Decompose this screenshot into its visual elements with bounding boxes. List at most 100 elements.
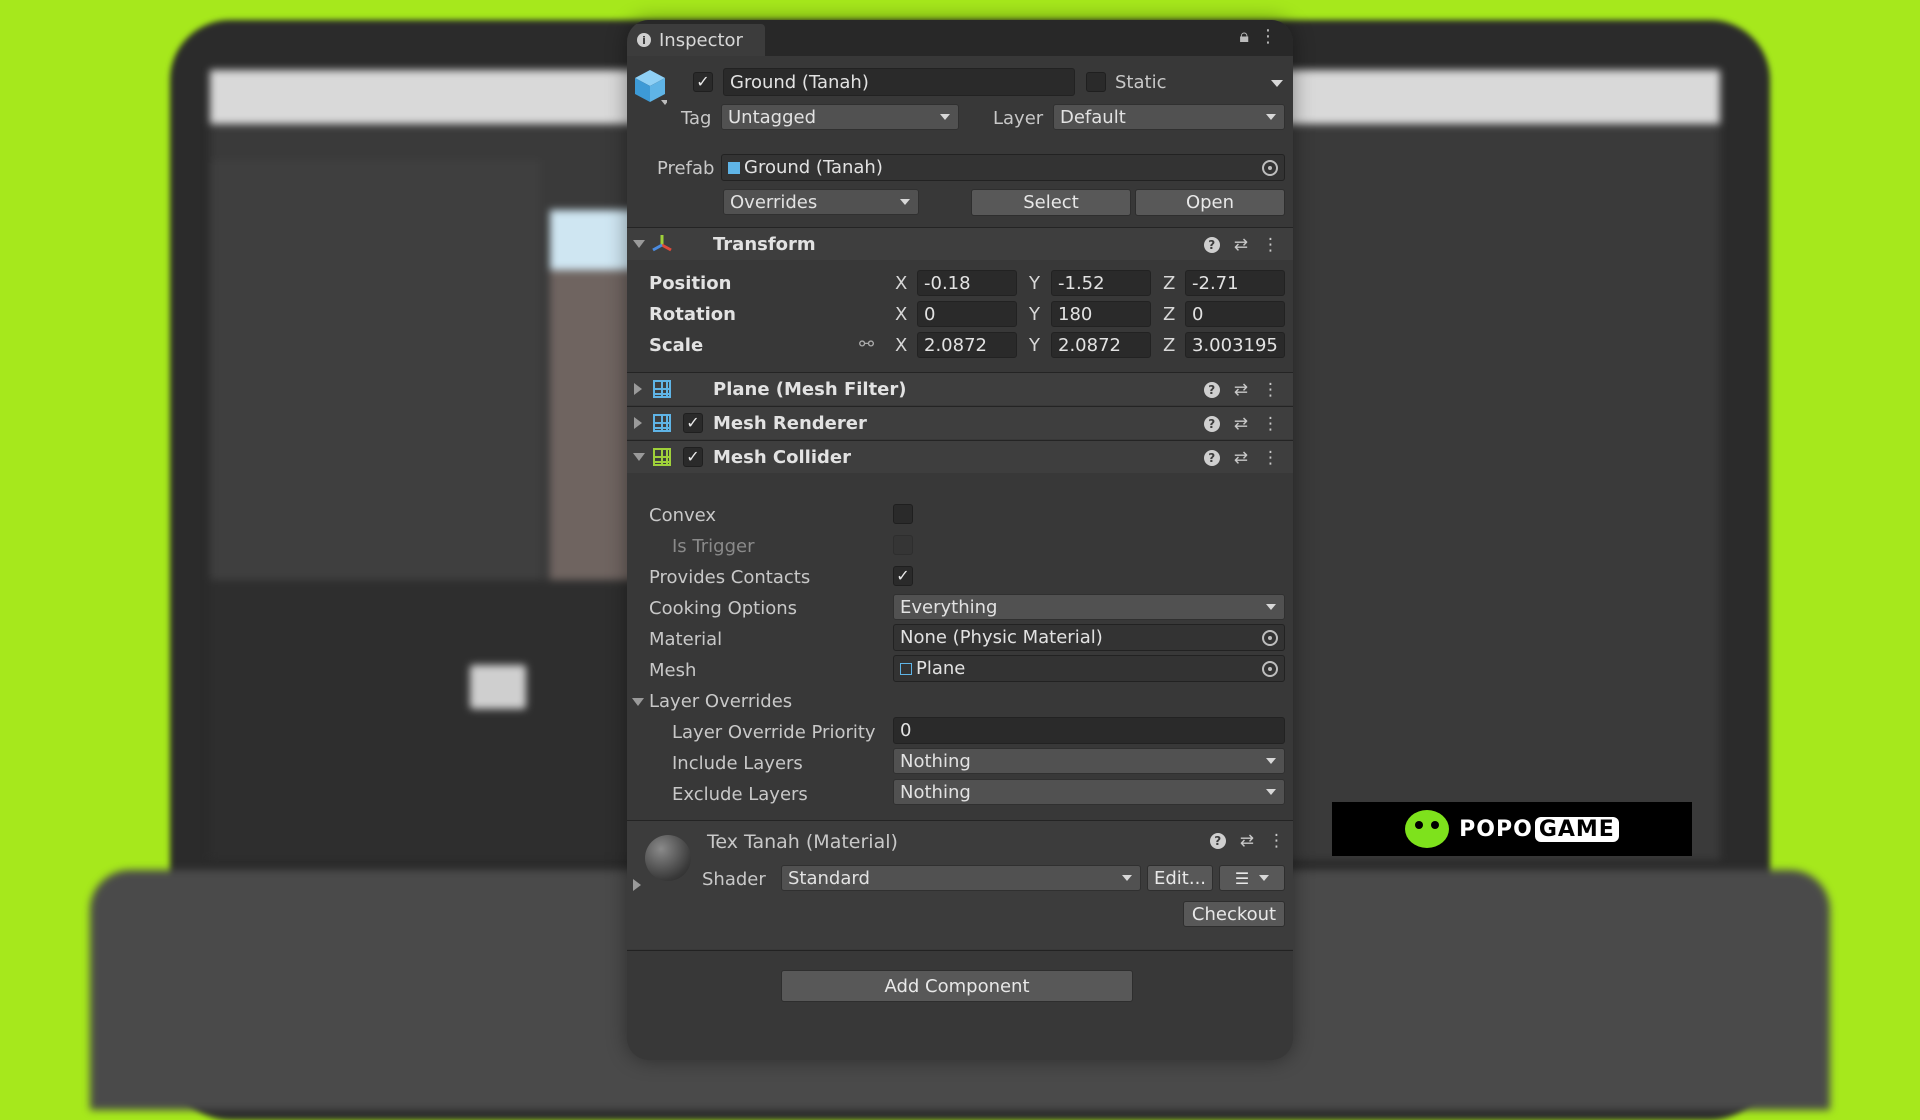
include-layers-label: Include Layers xyxy=(672,753,803,774)
kebab-menu-icon[interactable]: ⋮ xyxy=(1262,235,1279,255)
scale-z-field[interactable]: 3.003195 xyxy=(1185,332,1285,358)
layer-dropdown[interactable]: Default xyxy=(1053,104,1285,130)
help-icon[interactable]: ? xyxy=(1203,382,1220,398)
kebab-menu-icon[interactable]: ⋮ xyxy=(1262,380,1279,400)
popogame-logo-icon xyxy=(1405,810,1450,848)
help-icon[interactable]: ? xyxy=(1203,416,1220,432)
kebab-menu-icon[interactable]: ⋮ xyxy=(1262,448,1279,468)
prefab-cube-icon xyxy=(728,161,740,174)
scale-y-label[interactable]: Y xyxy=(1029,335,1040,356)
layer-override-priority-field[interactable]: 0 xyxy=(893,717,1285,744)
transform-header[interactable]: Transform ? ⇄ ⋮ xyxy=(627,227,1293,260)
object-picker-icon[interactable] xyxy=(1262,629,1278,646)
layer-overrides-foldout-icon[interactable] xyxy=(632,698,644,706)
mesh-renderer-header-tools: ? ⇄ ⋮ xyxy=(1203,414,1279,434)
rotation-y-field[interactable]: 180 xyxy=(1051,301,1151,327)
presets-icon[interactable]: ⇄ xyxy=(1234,380,1248,400)
mesh-collider-enabled-checkbox[interactable]: ✓ xyxy=(683,447,703,467)
layer-label: Layer xyxy=(993,108,1044,129)
tab-inspector[interactable]: i Inspector xyxy=(627,24,765,56)
presets-icon[interactable]: ⇄ xyxy=(1234,448,1248,468)
scale-x-field[interactable]: 2.0872 xyxy=(917,332,1017,358)
position-y-field[interactable]: -1.52 xyxy=(1051,270,1151,296)
overrides-dropdown[interactable]: Overrides xyxy=(723,189,919,215)
tag-label: Tag xyxy=(681,108,712,129)
mesh-renderer-icon xyxy=(653,414,671,432)
object-name-field[interactable]: Ground (Tanah) xyxy=(723,68,1075,96)
rotation-z-label[interactable]: Z xyxy=(1163,304,1175,325)
checkout-button[interactable]: Checkout xyxy=(1183,901,1285,927)
scale-y-field[interactable]: 2.0872 xyxy=(1051,332,1151,358)
list-icon: ☰ xyxy=(1234,868,1250,888)
provides-contacts-label: Provides Contacts xyxy=(649,567,811,588)
help-icon[interactable]: ? xyxy=(1209,833,1226,849)
help-icon[interactable]: ? xyxy=(1203,450,1220,466)
mesh-filter-header-tools: ? ⇄ ⋮ xyxy=(1203,380,1279,400)
foldout-open-icon[interactable] xyxy=(633,453,645,461)
static-dropdown-arrow[interactable] xyxy=(1271,80,1283,87)
exclude-layers-dropdown[interactable]: Nothing xyxy=(893,779,1285,805)
cooking-options-dropdown[interactable]: Everything xyxy=(893,594,1285,620)
mesh-collider-icon xyxy=(653,448,671,466)
object-picker-icon[interactable] xyxy=(1262,159,1278,176)
foldout-closed-icon[interactable] xyxy=(634,383,642,395)
layer-override-priority-label: Layer Override Priority xyxy=(672,722,876,743)
active-checkbox[interactable]: ✓ xyxy=(693,72,713,92)
kebab-menu-icon[interactable]: ⋮ xyxy=(1259,26,1277,47)
shader-dropdown[interactable]: Standard xyxy=(781,865,1141,891)
object-picker-icon[interactable] xyxy=(1262,660,1278,677)
kebab-menu-icon[interactable]: ⋮ xyxy=(1268,831,1285,851)
position-z-field[interactable]: -2.71 xyxy=(1185,270,1285,296)
help-icon[interactable]: ? xyxy=(1203,237,1220,253)
layer-overrides-label[interactable]: Layer Overrides xyxy=(649,691,792,712)
mesh-renderer-title: Mesh Renderer xyxy=(713,413,867,434)
prefab-label: Prefab xyxy=(657,158,715,179)
popogame-watermark: POPO GAME xyxy=(1332,802,1692,856)
prefab-field[interactable]: Ground (Tanah) xyxy=(721,154,1285,181)
presets-icon[interactable]: ⇄ xyxy=(1240,831,1254,851)
material-section: Tex Tanah (Material) ? ⇄ ⋮ Shader Standa… xyxy=(627,820,1293,949)
rotation-x-field[interactable]: 0 xyxy=(917,301,1017,327)
foldout-open-icon[interactable] xyxy=(633,240,645,248)
is-trigger-checkbox[interactable] xyxy=(893,535,913,555)
provides-contacts-checkbox[interactable]: ✓ xyxy=(893,566,913,586)
mesh-filter-icon xyxy=(653,380,671,398)
mesh-collider-header[interactable]: ✓ Mesh Collider ? ⇄ ⋮ xyxy=(627,440,1293,473)
rotation-y-label[interactable]: Y xyxy=(1029,304,1040,325)
physic-material-field[interactable]: None (Physic Material) xyxy=(893,624,1285,651)
rotation-z-field[interactable]: 0 xyxy=(1185,301,1285,327)
blurred-folder-icon xyxy=(470,665,526,709)
constrain-proportions-link-icon[interactable]: ⚯ xyxy=(859,334,874,355)
mesh-filter-title: Plane (Mesh Filter) xyxy=(713,379,907,400)
lock-icon[interactable]: 🔒︎ xyxy=(1239,26,1249,47)
presets-icon[interactable]: ⇄ xyxy=(1234,414,1248,434)
position-x-label[interactable]: X xyxy=(895,273,907,294)
mesh-renderer-header[interactable]: ✓ Mesh Renderer ? ⇄ ⋮ xyxy=(627,406,1293,439)
rotation-x-label[interactable]: X xyxy=(895,304,907,325)
position-y-label[interactable]: Y xyxy=(1029,273,1040,294)
presets-icon[interactable]: ⇄ xyxy=(1234,235,1248,255)
foldout-closed-icon[interactable] xyxy=(634,417,642,429)
scale-label: Scale xyxy=(649,335,704,356)
position-z-label[interactable]: Z xyxy=(1163,273,1175,294)
shader-options-button[interactable]: ☰ xyxy=(1219,865,1285,891)
prefab-open-button[interactable]: Open xyxy=(1135,189,1285,216)
add-component-button[interactable]: Add Component xyxy=(781,970,1133,1002)
convex-checkbox[interactable] xyxy=(893,504,913,524)
prefab-select-button[interactable]: Select xyxy=(971,189,1131,216)
tag-dropdown[interactable]: Untagged xyxy=(721,104,959,130)
position-x-field[interactable]: -0.18 xyxy=(917,270,1017,296)
material-label: Material xyxy=(649,629,723,650)
mesh-field[interactable]: Plane xyxy=(893,655,1285,682)
material-header-tools: ? ⇄ ⋮ xyxy=(1209,831,1285,851)
static-checkbox[interactable] xyxy=(1086,72,1106,92)
include-layers-dropdown[interactable]: Nothing xyxy=(893,748,1285,774)
shader-edit-button[interactable]: Edit... xyxy=(1147,865,1213,891)
scale-x-label[interactable]: X xyxy=(895,335,907,356)
material-sphere-icon xyxy=(645,835,691,881)
scale-z-label[interactable]: Z xyxy=(1163,335,1175,356)
mesh-filter-header[interactable]: Plane (Mesh Filter) ? ⇄ ⋮ xyxy=(627,372,1293,405)
kebab-menu-icon[interactable]: ⋮ xyxy=(1262,414,1279,434)
mesh-renderer-enabled-checkbox[interactable]: ✓ xyxy=(683,413,703,433)
foldout-closed-icon[interactable] xyxy=(633,879,641,891)
